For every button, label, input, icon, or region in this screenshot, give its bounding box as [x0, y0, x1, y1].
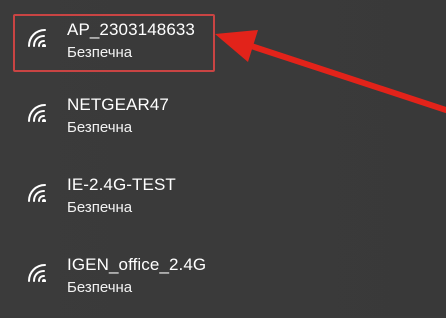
network-item-netgear47[interactable]: NETGEAR47 Безпечна [12, 88, 446, 158]
network-status: Безпечна [67, 119, 133, 136]
network-status: Безпечна [67, 199, 133, 216]
network-ssid: AP_2303148633 [67, 20, 195, 39]
network-status: Безпечна [67, 44, 133, 61]
network-status: Безпечна [67, 279, 133, 296]
network-item-ap-2303148633[interactable]: AP_2303148633 Безпечна [12, 13, 446, 83]
wifi-signal-icon [28, 104, 46, 122]
wifi-network-list: AP_2303148633 Безпечна NETGEAR47 Безпечн… [0, 0, 446, 316]
network-ssid: NETGEAR47 [67, 95, 169, 114]
network-ssid: IE-2.4G-TEST [67, 175, 176, 194]
wifi-signal-icon [28, 184, 46, 202]
network-item-igen-office-2-4g[interactable]: IGEN_office_2.4G Безпечна [12, 248, 446, 318]
network-item-ie-2-4g-test[interactable]: IE-2.4G-TEST Безпечна [12, 168, 446, 238]
wifi-signal-icon [28, 264, 46, 282]
wifi-signal-icon [28, 29, 46, 47]
network-ssid: IGEN_office_2.4G [67, 255, 207, 274]
